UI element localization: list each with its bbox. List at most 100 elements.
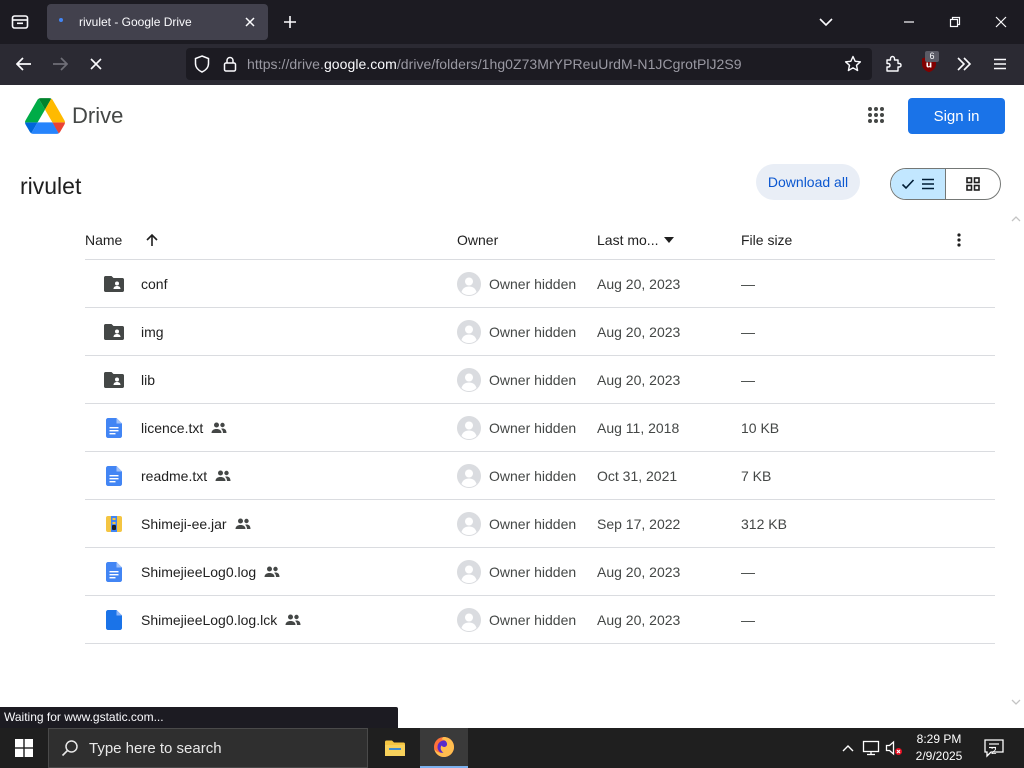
file-name-cell[interactable]: ShimejieeLog0.log.lck xyxy=(141,596,301,643)
owner-avatar-icon xyxy=(457,271,481,296)
browser-tab-bar: rivulet - Google Drive xyxy=(0,0,1024,44)
file-size-cell: 7 KB xyxy=(741,467,772,484)
list-all-tabs-button[interactable] xyxy=(812,0,840,44)
tab-title: rivulet - Google Drive xyxy=(79,15,192,29)
shared-people-icon xyxy=(264,566,280,578)
list-view-button[interactable] xyxy=(891,169,946,199)
drive-wordmark[interactable]: Drive xyxy=(72,103,123,129)
download-all-button[interactable]: Download all xyxy=(756,164,860,200)
owner-cell: Owner hidden xyxy=(457,596,576,643)
more-tools-button[interactable] xyxy=(948,48,980,80)
file-row[interactable]: Shimeji-ee.jar Owner hidden Sep 17, 2022 31… xyxy=(85,500,995,548)
last-modified-cell: Sep 17, 2022 xyxy=(597,515,681,532)
grid-view-button[interactable] xyxy=(946,169,1000,199)
arrow-up-icon xyxy=(146,233,158,246)
folder-title: rivulet xyxy=(20,173,82,199)
google-drive-logo-icon[interactable] xyxy=(25,98,65,134)
file-name-cell[interactable]: ShimejieeLog0.log xyxy=(141,548,280,595)
column-file-size-header[interactable]: File size xyxy=(741,220,792,260)
puzzle-icon xyxy=(886,55,902,72)
owner-avatar-icon xyxy=(457,367,481,392)
lock-icon[interactable] xyxy=(218,52,242,76)
show-hidden-icons-button[interactable] xyxy=(838,738,858,758)
file-name: img xyxy=(141,323,164,340)
scroll-down-button[interactable] xyxy=(1009,695,1023,709)
file-row[interactable]: conf Owner hidden Aug 20, 2023 — xyxy=(85,260,995,308)
back-button[interactable] xyxy=(8,48,40,80)
file-explorer-taskbar-button[interactable] xyxy=(371,728,419,768)
browser-nav-bar: https://drive.google.com/drive/folders/1… xyxy=(0,44,1024,85)
owner-avatar-icon xyxy=(457,319,481,344)
google-apps-button[interactable] xyxy=(862,101,890,129)
file-name-cell[interactable]: licence.txt xyxy=(141,404,227,451)
svg-text:u: u xyxy=(926,61,932,71)
sign-in-button[interactable]: Sign in xyxy=(908,98,1005,134)
folder-icon xyxy=(385,740,405,756)
file-list-header: Name Owner Last mo... File size xyxy=(85,220,995,260)
chevron-up-icon xyxy=(842,745,854,752)
file-name-cell[interactable]: lib xyxy=(141,356,155,403)
file-row[interactable]: ShimejieeLog0.log.lck Owner hidden Aug 20,… xyxy=(85,596,995,644)
file-name-cell[interactable]: conf xyxy=(141,260,167,307)
column-last-modified-header[interactable]: Last mo... xyxy=(597,220,675,260)
active-tab[interactable]: rivulet - Google Drive xyxy=(47,4,268,40)
text-document-icon xyxy=(103,404,125,451)
forward-button[interactable] xyxy=(44,48,76,80)
file-size-cell: 10 KB xyxy=(741,419,780,436)
tab-overview-button[interactable] xyxy=(0,0,40,44)
archive-file-icon xyxy=(103,500,125,547)
minimize-icon xyxy=(904,21,914,23)
restore-button[interactable] xyxy=(932,0,978,44)
last-modified-cell: Aug 20, 2023 xyxy=(597,371,681,388)
column-owner-header[interactable]: Owner xyxy=(457,220,498,260)
minimize-button[interactable] xyxy=(886,0,932,44)
owner-name: Owner hidden xyxy=(489,515,577,532)
taskbar-clock[interactable]: 8:29 PM 2/9/2025 xyxy=(906,731,972,765)
owner-cell: Owner hidden xyxy=(457,260,576,307)
scroll-up-button[interactable] xyxy=(1009,212,1023,226)
menu-button[interactable] xyxy=(984,48,1016,80)
sort-ascending-button[interactable] xyxy=(145,220,159,260)
stop-icon xyxy=(90,58,102,70)
start-button[interactable] xyxy=(0,728,48,768)
file-row[interactable]: readme.txt Owner hidden Oct 31, 2021 7 KB xyxy=(85,452,995,500)
new-tab-button[interactable] xyxy=(276,0,304,44)
file-size-cell: 312 KB xyxy=(741,515,787,532)
network-tray-button[interactable] xyxy=(861,738,881,758)
column-last-modified-label: Last mo... xyxy=(597,232,659,248)
owner-avatar-icon xyxy=(457,559,481,584)
bookmark-star-button[interactable] xyxy=(837,48,869,80)
file-row[interactable]: img Owner hidden Aug 20, 2023 — xyxy=(85,308,995,356)
file-row[interactable]: ShimejieeLog0.log Owner hidden Aug 20, 202… xyxy=(85,548,995,596)
file-name-cell[interactable]: img xyxy=(141,308,164,355)
column-name-header[interactable]: Name xyxy=(85,220,122,260)
owner-name: Owner hidden xyxy=(489,563,577,580)
shared-people-icon xyxy=(235,518,251,530)
shared-people-icon xyxy=(285,614,301,626)
url-text[interactable]: https://drive.google.com/drive/folders/1… xyxy=(247,48,742,80)
stop-button[interactable] xyxy=(80,48,112,80)
file-row[interactable]: lib Owner hidden Aug 20, 2023 — xyxy=(85,356,995,404)
owner-name: Owner hidden xyxy=(489,371,577,388)
file-name-cell[interactable]: Shimeji-ee.jar xyxy=(141,500,251,547)
column-options-button[interactable] xyxy=(957,220,961,260)
hamburger-menu-icon xyxy=(994,58,1006,70)
owner-avatar-icon xyxy=(457,511,481,536)
close-window-button[interactable] xyxy=(978,0,1024,44)
volume-tray-button[interactable] xyxy=(884,738,904,758)
shared-folder-icon xyxy=(103,260,125,307)
file-row[interactable]: licence.txt Owner hidden Aug 11, 2018 10 KB xyxy=(85,404,995,452)
tracking-protection-shield-icon[interactable] xyxy=(190,52,214,76)
tab-close-button[interactable] xyxy=(238,10,262,34)
extensions-button[interactable] xyxy=(877,48,909,80)
close-icon xyxy=(245,17,255,27)
firefox-taskbar-button[interactable] xyxy=(420,728,468,768)
file-name: licence.txt xyxy=(141,419,204,436)
url-host: google.com xyxy=(323,56,397,72)
taskbar-search-box[interactable]: Type here to search xyxy=(48,728,368,768)
file-name-cell[interactable]: readme.txt xyxy=(141,452,231,499)
address-bar[interactable]: https://drive.google.com/drive/folders/1… xyxy=(186,48,872,80)
last-modified-cell: Aug 20, 2023 xyxy=(597,563,681,580)
file-icon xyxy=(103,596,125,643)
network-monitor-icon xyxy=(862,740,880,756)
